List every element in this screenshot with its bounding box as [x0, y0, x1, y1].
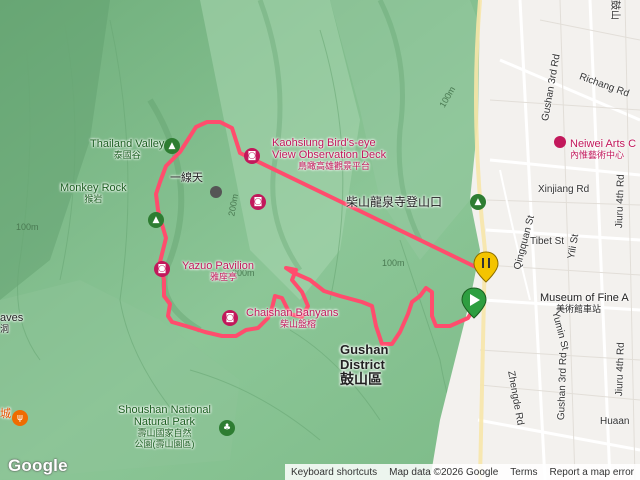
map-footer: Keyboard shortcuts Map data ©2026 Google…	[284, 464, 640, 480]
report-error-link[interactable]: Report a map error	[544, 467, 640, 478]
map-canvas[interactable]: 100m 200m 100m 100m 200m Thailand Valley…	[0, 0, 640, 480]
markers-layer	[461, 251, 499, 319]
map-data-attribution: Map data ©2026 Google	[389, 466, 499, 478]
end-marker[interactable]	[473, 251, 499, 283]
terms-link[interactable]: Terms	[504, 467, 543, 478]
start-marker[interactable]	[461, 287, 487, 319]
keyboard-shortcuts-link[interactable]: Keyboard shortcuts	[285, 467, 383, 478]
google-logo: Google	[8, 456, 68, 475]
